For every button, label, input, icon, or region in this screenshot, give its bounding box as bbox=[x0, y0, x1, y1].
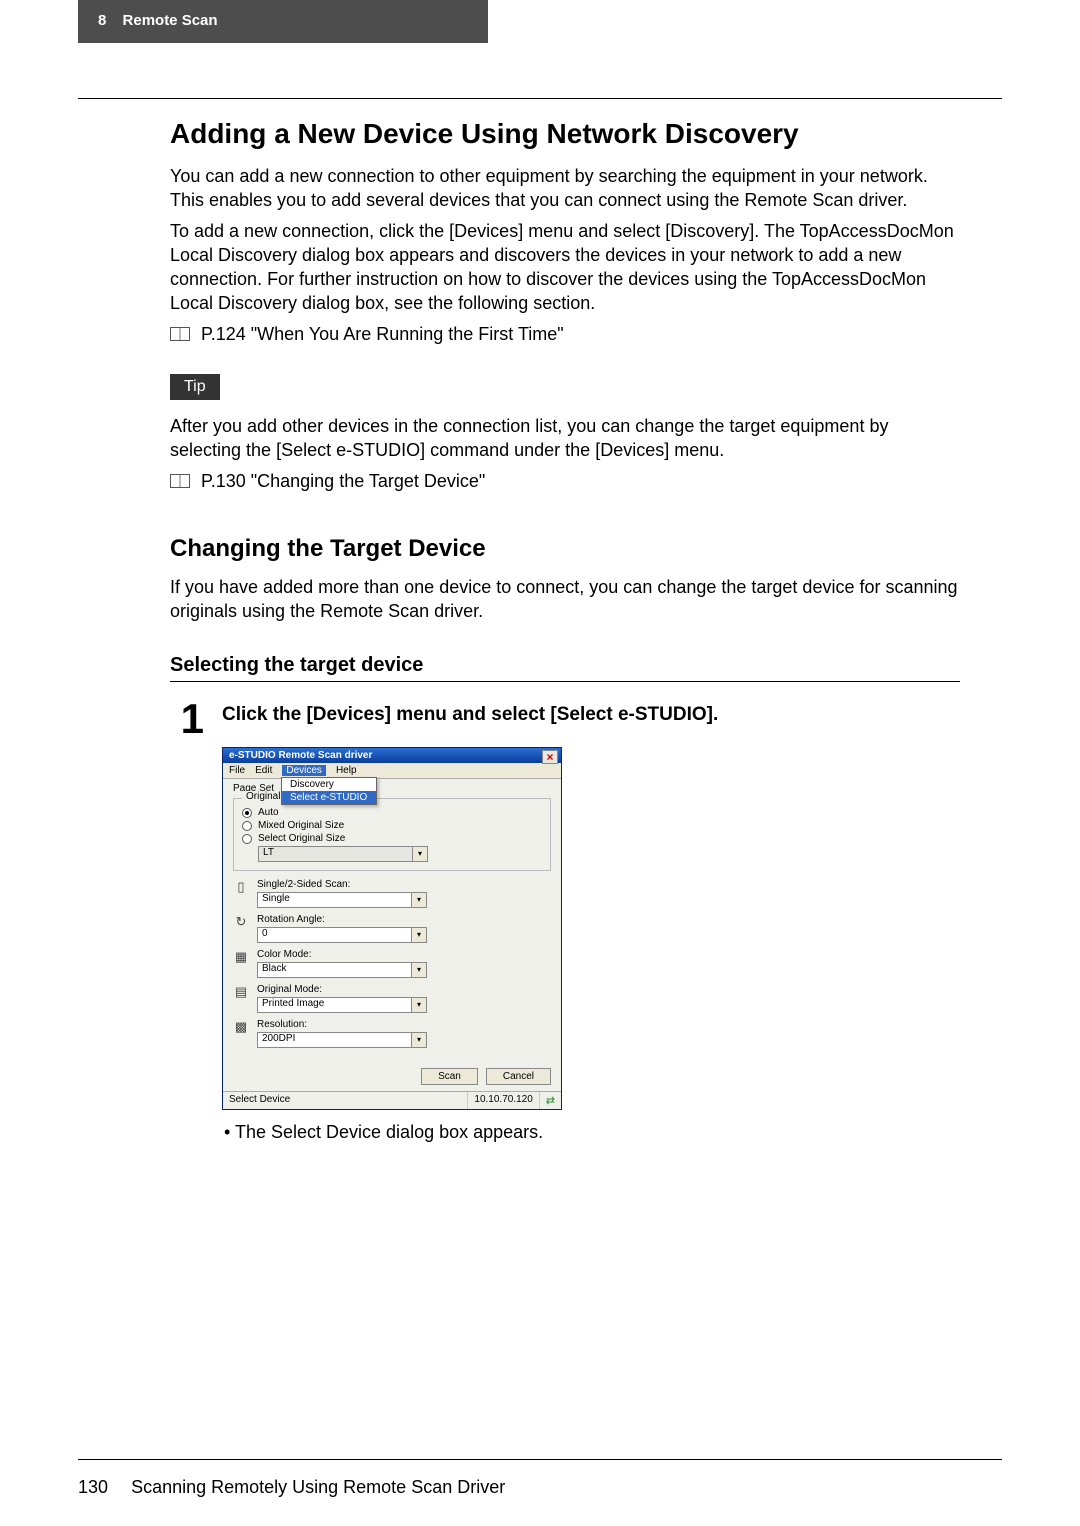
book-icon bbox=[170, 474, 190, 488]
step-title: Click the [Devices] menu and select [Sel… bbox=[222, 700, 718, 726]
submenu-select-estudio[interactable]: Select e-STUDIO bbox=[282, 791, 376, 804]
status-ip: 10.10.70.120 bbox=[468, 1092, 539, 1109]
chevron-down-icon: ▾ bbox=[411, 1033, 426, 1047]
connection-icon: ⇄ bbox=[540, 1092, 561, 1109]
resolution-field: ▩ Resolution: 200DPI ▾ bbox=[233, 1019, 551, 1048]
dialog-body: Discovery Select e-STUDIO Page Set Origi… bbox=[223, 779, 561, 1062]
color-icon: ▦ bbox=[233, 949, 249, 969]
para-2: To add a new connection, click the [Devi… bbox=[170, 219, 960, 316]
footer-title: Scanning Remotely Using Remote Scan Driv… bbox=[131, 1477, 505, 1497]
chevron-down-icon: ▾ bbox=[412, 847, 427, 861]
rotation-value: 0 bbox=[258, 928, 411, 942]
rotation-icon: ↻ bbox=[233, 914, 249, 934]
rotation-field: ↻ Rotation Angle: 0 ▾ bbox=[233, 914, 551, 943]
origmode-combo[interactable]: Printed Image ▾ bbox=[257, 997, 427, 1013]
origmode-icon: ▤ bbox=[233, 984, 249, 1004]
size-combo: LT ▾ bbox=[258, 846, 428, 862]
page-number: 130 bbox=[78, 1477, 108, 1497]
dialog-title-text: e-STUDIO Remote Scan driver bbox=[229, 750, 372, 761]
chevron-down-icon: ▾ bbox=[411, 928, 426, 942]
radio-mixed-label: Mixed Original Size bbox=[258, 820, 344, 831]
book-ref-2: P.130 "Changing the Target Device" bbox=[170, 469, 960, 493]
radio-off-icon bbox=[242, 834, 252, 844]
heading-2: Changing the Target Device bbox=[170, 535, 960, 563]
dialog-titlebar: e-STUDIO Remote Scan driver × bbox=[223, 748, 561, 763]
original-size-group: Original Size Auto Mixed Original Size S… bbox=[233, 798, 551, 871]
footer: 130 Scanning Remotely Using Remote Scan … bbox=[78, 1477, 505, 1498]
after-dialog-text: • The Select Device dialog box appears. bbox=[224, 1122, 960, 1143]
rotation-combo[interactable]: 0 ▾ bbox=[257, 927, 427, 943]
radio-auto-label: Auto bbox=[258, 807, 279, 818]
color-combo[interactable]: Black ▾ bbox=[257, 962, 427, 978]
heading-1: Adding a New Device Using Network Discov… bbox=[170, 118, 960, 150]
rule-bottom bbox=[78, 1459, 1002, 1460]
para-3: If you have added more than one device t… bbox=[170, 575, 960, 624]
rule-top bbox=[78, 98, 1002, 99]
resolution-value: 200DPI bbox=[258, 1033, 411, 1047]
remote-scan-dialog: e-STUDIO Remote Scan driver × File Edit … bbox=[222, 747, 562, 1110]
devices-submenu: Discovery Select e-STUDIO bbox=[281, 777, 377, 805]
heading-3: Selecting the target device bbox=[170, 654, 960, 682]
dialog-statusbar: Select Device 10.10.70.120 ⇄ bbox=[223, 1091, 561, 1109]
menu-help[interactable]: Help bbox=[336, 765, 357, 776]
radio-off-icon bbox=[242, 821, 252, 831]
radio-mixed-row[interactable]: Mixed Original Size bbox=[242, 820, 542, 831]
book-ref-1: P.124 "When You Are Running the First Ti… bbox=[170, 322, 960, 346]
step-row: 1 Click the [Devices] menu and select [S… bbox=[170, 700, 960, 738]
chapter-title: Remote Scan bbox=[123, 12, 218, 29]
menu-edit[interactable]: Edit bbox=[255, 765, 272, 776]
sided-value: Single bbox=[258, 893, 411, 907]
radio-select-row[interactable]: Select Original Size bbox=[242, 833, 542, 844]
sided-field: ▯ Single/2-Sided Scan: Single ▾ bbox=[233, 879, 551, 908]
origmode-field: ▤ Original Mode: Printed Image ▾ bbox=[233, 984, 551, 1013]
close-icon[interactable]: × bbox=[542, 750, 558, 764]
radio-select-label: Select Original Size bbox=[258, 833, 345, 844]
para-1: You can add a new connection to other eq… bbox=[170, 164, 960, 213]
tip-text: After you add other devices in the conne… bbox=[170, 414, 960, 463]
resolution-label: Resolution: bbox=[257, 1019, 551, 1030]
header-tab: 8 Remote Scan bbox=[78, 0, 488, 43]
resolution-icon: ▩ bbox=[233, 1019, 249, 1039]
dialog-screenshot: e-STUDIO Remote Scan driver × File Edit … bbox=[222, 747, 960, 1110]
color-label: Color Mode: bbox=[257, 949, 551, 960]
dialog-menubar: File Edit Devices Help bbox=[223, 763, 561, 779]
radio-auto-row[interactable]: Auto bbox=[242, 807, 542, 818]
chevron-down-icon: ▾ bbox=[411, 893, 426, 907]
color-value: Black bbox=[258, 963, 411, 977]
origmode-value: Printed Image bbox=[258, 998, 411, 1012]
tip-label: Tip bbox=[170, 374, 220, 400]
book-icon bbox=[170, 327, 190, 341]
scan-button[interactable]: Scan bbox=[421, 1068, 478, 1085]
cancel-button[interactable]: Cancel bbox=[486, 1068, 551, 1085]
origmode-label: Original Mode: bbox=[257, 984, 551, 995]
ref-1-text: P.124 "When You Are Running the First Ti… bbox=[201, 324, 564, 344]
chevron-down-icon: ▾ bbox=[411, 998, 426, 1012]
size-combo-text: LT bbox=[259, 847, 412, 861]
resolution-combo[interactable]: 200DPI ▾ bbox=[257, 1032, 427, 1048]
chevron-down-icon: ▾ bbox=[411, 963, 426, 977]
content: Adding a New Device Using Network Discov… bbox=[170, 118, 960, 1143]
sided-label: Single/2-Sided Scan: bbox=[257, 879, 551, 890]
sided-combo[interactable]: Single ▾ bbox=[257, 892, 427, 908]
radio-on-icon bbox=[242, 808, 252, 818]
sided-icon: ▯ bbox=[233, 879, 249, 899]
dialog-buttons: Scan Cancel bbox=[223, 1062, 561, 1091]
chapter-number: 8 bbox=[98, 12, 106, 29]
menu-devices[interactable]: Devices bbox=[282, 765, 326, 776]
ref-2-text: P.130 "Changing the Target Device" bbox=[201, 471, 485, 491]
rotation-label: Rotation Angle: bbox=[257, 914, 551, 925]
color-field: ▦ Color Mode: Black ▾ bbox=[233, 949, 551, 978]
menu-file[interactable]: File bbox=[229, 765, 245, 776]
submenu-discovery[interactable]: Discovery bbox=[282, 778, 376, 791]
status-left: Select Device bbox=[223, 1092, 468, 1109]
step-number: 1 bbox=[170, 700, 204, 738]
